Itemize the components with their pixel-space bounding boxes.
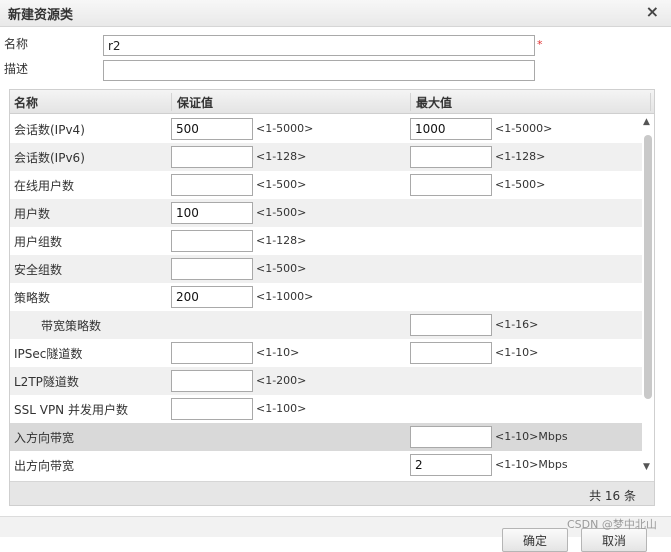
guarantee-input[interactable]	[171, 202, 253, 224]
row-name: 入方向带宽	[14, 431, 75, 445]
max-input[interactable]	[410, 426, 492, 448]
dialog-titlebar: 新建资源类 ×	[0, 0, 671, 27]
row-name: 在线用户数	[14, 179, 75, 193]
table-row: 入方向带宽 <1-10>Mbps	[10, 423, 642, 451]
row-name: 带宽策略数	[41, 319, 102, 333]
guarantee-range: <1-200>	[256, 374, 307, 387]
guarantee-range: <1-10>	[256, 346, 300, 359]
required-mark: *	[537, 38, 543, 51]
record-count: 共 16 条	[589, 489, 636, 503]
row-name: 会话数(IPv4)	[14, 123, 85, 137]
header-name: 名称	[14, 96, 39, 110]
scroll-down-icon[interactable]: ▼	[643, 462, 650, 472]
row-name: 安全组数	[14, 263, 63, 277]
guarantee-input[interactable]	[171, 230, 253, 252]
guarantee-input[interactable]	[171, 174, 253, 196]
row-name: SSL VPN 并发用户数	[14, 403, 128, 417]
table-row: 带宽策略数 <1-16>	[10, 311, 642, 339]
max-input[interactable]	[410, 174, 492, 196]
row-name: 用户组数	[14, 235, 63, 249]
ok-button[interactable]: 确定	[502, 528, 568, 552]
guarantee-input[interactable]	[171, 146, 253, 168]
name-label: 名称	[4, 37, 29, 51]
max-range: <1-500>	[495, 178, 546, 191]
guarantee-range: <1-500>	[256, 206, 307, 219]
max-range: <1-10>Mbps	[495, 458, 568, 471]
table-row: L2TP隧道数 <1-200>	[10, 367, 642, 395]
table-row: 用户组数 <1-128>	[10, 227, 642, 255]
row-name: IPSec隧道数	[14, 347, 83, 361]
max-input[interactable]	[410, 454, 492, 476]
table-footer: 共 16 条	[10, 481, 654, 505]
max-range: <1-5000>	[495, 122, 553, 135]
max-input[interactable]	[410, 342, 492, 364]
max-range: <1-128>	[495, 150, 546, 163]
table-row: 策略数 <1-1000>	[10, 283, 642, 311]
row-name: 用户数	[14, 207, 51, 221]
table-row: 会话数(IPv6) <1-128> <1-128>	[10, 143, 642, 171]
table-row: 会话数(IPv4) <1-5000> <1-5000>	[10, 115, 642, 143]
guarantee-input[interactable]	[171, 398, 253, 420]
close-icon[interactable]: ×	[646, 3, 659, 21]
description-input[interactable]	[103, 60, 535, 81]
row-name: 会话数(IPv6)	[14, 151, 85, 165]
table-header: 名称 保证值 最大值	[10, 90, 654, 114]
row-name: L2TP隧道数	[14, 375, 79, 389]
dialog-title: 新建资源类	[8, 8, 74, 23]
table-row: 在线用户数 <1-500> <1-500>	[10, 171, 642, 199]
table-scrollbar[interactable]: ▲ ▼	[642, 115, 654, 481]
guarantee-range: <1-128>	[256, 234, 307, 247]
resource-table: 名称 保证值 最大值 会话数(IPv4) <1-5000> <1-5000> 会…	[9, 89, 655, 506]
row-name: 策略数	[14, 291, 51, 305]
guarantee-range: <1-5000>	[256, 122, 314, 135]
table-row: SSL VPN 并发用户数 <1-100>	[10, 395, 642, 423]
guarantee-input[interactable]	[171, 118, 253, 140]
guarantee-input[interactable]	[171, 370, 253, 392]
guarantee-input[interactable]	[171, 342, 253, 364]
header-guarantee: 保证值	[177, 96, 214, 110]
watermark-text: CSDN @梦中北山	[567, 518, 657, 531]
header-separator	[650, 93, 651, 111]
max-input[interactable]	[410, 118, 492, 140]
description-label: 描述	[4, 62, 29, 76]
guarantee-range: <1-1000>	[256, 290, 314, 303]
guarantee-input[interactable]	[171, 258, 253, 280]
table-row: 安全组数 <1-500>	[10, 255, 642, 283]
table-row: 用户数 <1-500>	[10, 199, 642, 227]
max-input[interactable]	[410, 146, 492, 168]
guarantee-input[interactable]	[171, 286, 253, 308]
name-input[interactable]	[103, 35, 535, 56]
guarantee-range: <1-128>	[256, 150, 307, 163]
guarantee-range: <1-500>	[256, 262, 307, 275]
max-range: <1-16>	[495, 318, 539, 331]
max-range: <1-10>Mbps	[495, 430, 568, 443]
max-range: <1-10>	[495, 346, 539, 359]
scroll-up-icon[interactable]: ▲	[643, 117, 650, 127]
row-name: 出方向带宽	[14, 459, 75, 473]
guarantee-range: <1-500>	[256, 178, 307, 191]
header-separator	[171, 93, 172, 111]
table-row: 出方向带宽 <1-10>Mbps	[10, 451, 642, 479]
scroll-thumb[interactable]	[644, 135, 652, 399]
table-row: IPSec隧道数 <1-10> <1-10>	[10, 339, 642, 367]
header-separator	[410, 93, 411, 111]
guarantee-range: <1-100>	[256, 402, 307, 415]
header-max: 最大值	[416, 96, 453, 110]
max-input[interactable]	[410, 314, 492, 336]
